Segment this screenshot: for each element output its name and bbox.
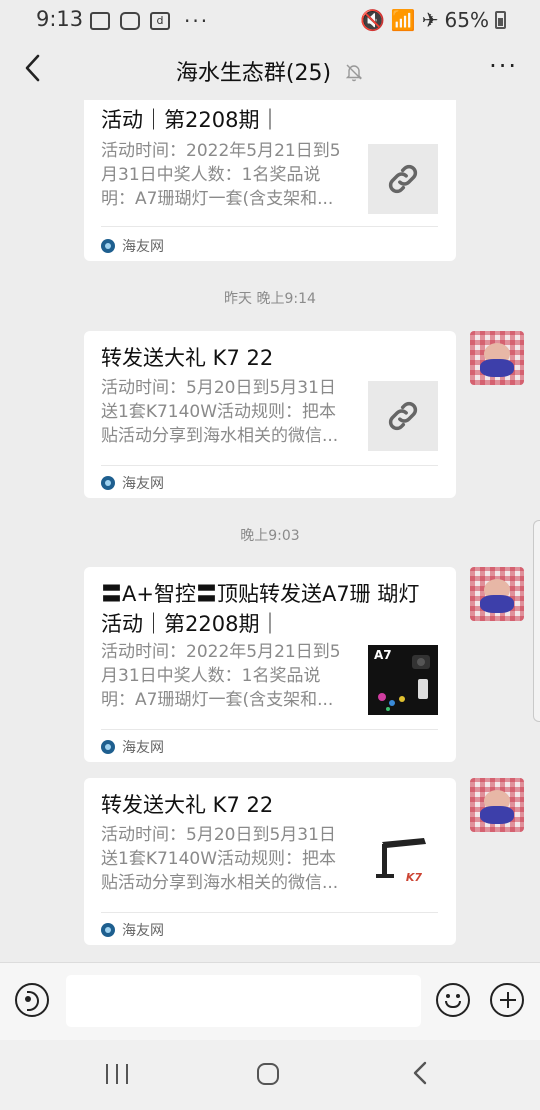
wifi-icon: 📶 — [390, 8, 416, 32]
timestamp: 昨天 晚上9:14 — [224, 291, 316, 307]
link-card[interactable]: 活动｜第2208期｜ 活动时间：2022年5月21日到5月31日中奖人数：1名奖… — [84, 100, 456, 261]
home-icon[interactable] — [257, 1063, 279, 1085]
link-card[interactable]: 转发送大礼 K7 22 活动时间：5月20日到5月31日送1套K7140W活动规… — [84, 331, 456, 498]
box-icon — [120, 12, 140, 30]
source-label: 海友网 — [122, 923, 164, 939]
mute-icon: 🔇 — [359, 8, 385, 32]
link-icon — [368, 144, 438, 214]
scroll-handle[interactable] — [533, 520, 540, 722]
battery-icon — [495, 11, 506, 29]
k7-product-image: K7 — [368, 828, 438, 898]
chat-header: 海水生态群(25) ··· — [0, 38, 540, 100]
avatar[interactable] — [470, 778, 524, 832]
card-divider — [101, 912, 438, 913]
link-card[interactable]: 转发送大礼 K7 22 活动时间：5月20日到5月31日送1套K7140W活动规… — [84, 778, 456, 945]
link-card[interactable]: 〓A+智控〓顶贴转发送A7珊 瑚灯活动｜第2208期｜ 活动时间：2022年5月… — [84, 567, 456, 762]
nav-back-icon[interactable] — [410, 1060, 430, 1091]
card-title: 转发送大礼 K7 22 — [101, 793, 274, 817]
emoji-icon[interactable] — [436, 983, 470, 1017]
status-time: 9:13 — [36, 7, 84, 31]
source-label: 海友网 — [122, 740, 164, 756]
avatar[interactable] — [470, 567, 524, 621]
card-source: 海友网 — [101, 236, 164, 256]
timestamp: 晚上9:03 — [240, 528, 300, 544]
link-icon — [368, 381, 438, 451]
status-bar: 9:13 d ··· 🔇 📶 ✈ 65% — [0, 0, 540, 38]
card-title: 〓A+智控〓顶贴转发送A7珊 瑚灯活动｜第2208期｜ — [101, 582, 420, 636]
card-title: 活动｜第2208期｜ — [101, 108, 281, 132]
more-options-icon[interactable]: ··· — [489, 52, 518, 80]
card-divider — [101, 465, 438, 466]
avatar[interactable] — [470, 331, 524, 385]
haiyou-logo-icon — [101, 239, 115, 253]
card-description: 活动时间：2022年5月21日到5月31日中奖人数：1名奖品说明：A7珊瑚灯一套… — [101, 141, 341, 209]
gallery-icon — [90, 12, 110, 30]
haiyou-logo-icon — [101, 923, 115, 937]
card-title: 转发送大礼 K7 22 — [101, 346, 274, 370]
card-source: 海友网 — [101, 920, 164, 940]
a7-label: A7 — [374, 648, 392, 662]
input-bar — [0, 962, 540, 1041]
card-divider — [101, 729, 438, 730]
k7-label: K7 — [405, 871, 422, 884]
card-divider — [101, 226, 438, 227]
recent-apps-icon[interactable] — [106, 1064, 130, 1084]
haiyou-logo-icon — [101, 740, 115, 754]
source-label: 海友网 — [122, 239, 164, 255]
more-notifications-icon: ··· — [184, 9, 210, 33]
card-description: 活动时间：5月20日到5月31日送1套K7140W活动规则：把本贴活动分享到海水… — [101, 378, 339, 446]
plus-icon[interactable] — [490, 983, 524, 1017]
system-icons: 🔇 📶 ✈ 65% — [360, 8, 506, 32]
message-list[interactable]: 活动｜第2208期｜ 活动时间：2022年5月21日到5月31日中奖人数：1名奖… — [0, 100, 540, 962]
card-description: 活动时间：2022年5月21日到5月31日中奖人数：1名奖品说明：A7珊瑚灯一套… — [101, 642, 341, 710]
voice-input-icon[interactable] — [15, 983, 49, 1017]
battery-percent: 65% — [444, 8, 489, 32]
a7-product-image: A7 — [368, 645, 438, 715]
message-input[interactable] — [66, 975, 421, 1027]
notification-icons: d ··· — [90, 9, 209, 33]
d-app-icon: d — [150, 12, 170, 30]
system-nav-bar — [0, 1040, 540, 1110]
chat-title-wrap: 海水生态群(25) — [0, 55, 540, 87]
mute-bell-icon — [344, 62, 364, 82]
card-source: 海友网 — [101, 473, 164, 493]
card-description: 活动时间：5月20日到5月31日送1套K7140W活动规则：把本贴活动分享到海水… — [101, 825, 339, 893]
chat-title: 海水生态群(25) — [175, 61, 332, 86]
card-source: 海友网 — [101, 737, 164, 757]
airplane-icon: ✈ — [421, 8, 439, 32]
source-label: 海友网 — [122, 476, 164, 492]
haiyou-logo-icon — [101, 476, 115, 490]
